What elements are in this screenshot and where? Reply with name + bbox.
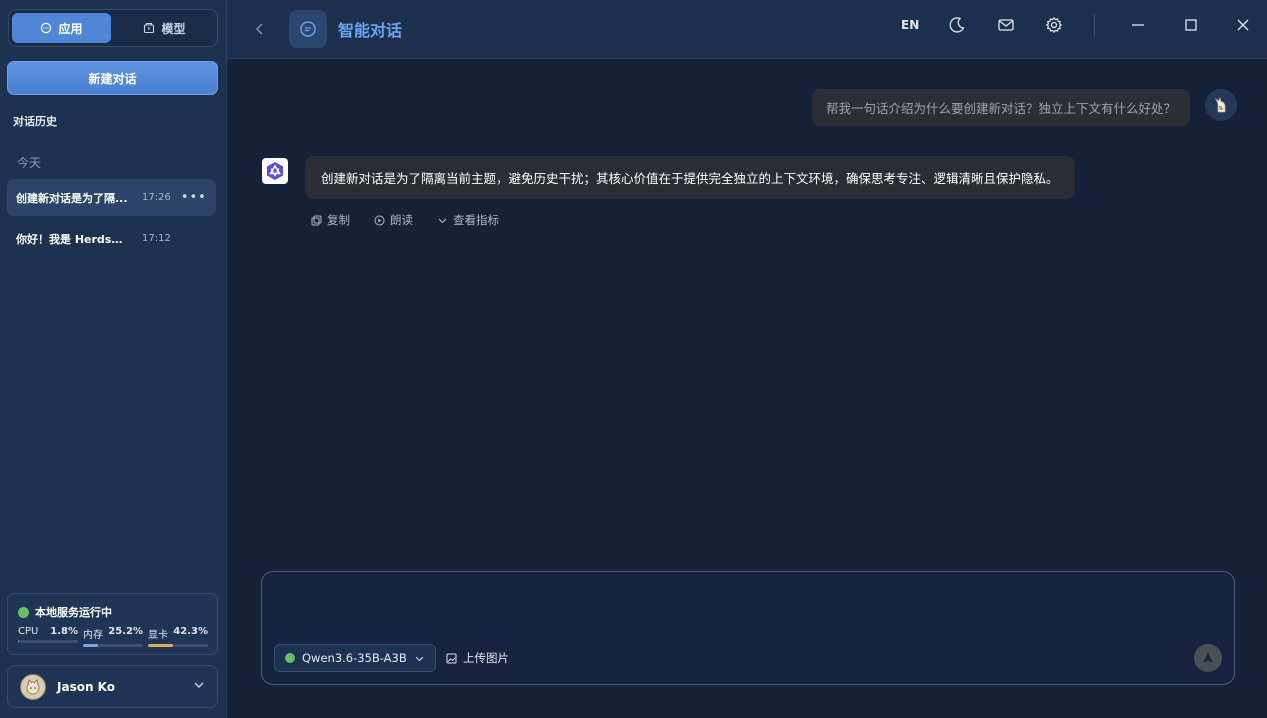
message-actions: 复制 朗读 查看指标 [311, 212, 499, 228]
status-dot-icon [18, 606, 29, 618]
mode-switch: 应用 模型 [8, 9, 218, 47]
history-group-today: 今天 [17, 156, 42, 170]
close-icon[interactable] [1235, 16, 1251, 34]
cube-icon [143, 22, 155, 34]
read-aloud-label: 朗读 [390, 213, 413, 227]
tab-apps-label: 应用 [58, 21, 83, 36]
copy-label: 复制 [327, 213, 350, 227]
chat-bubble-icon [289, 10, 327, 48]
model-selector[interactable]: Qwen3.6-35B-A3B [274, 644, 436, 672]
maximize-icon[interactable] [1183, 16, 1199, 34]
cat-avatar-icon [20, 673, 46, 700]
sidebar: 应用 模型 新建对话 对话历史 今天 创建新对话是为了隔... 17:26 ••… [0, 0, 227, 718]
user-name: Jason Ko [57, 679, 116, 694]
metric-label: CPU [18, 626, 39, 637]
chat-bubble-icon [40, 22, 52, 34]
tab-models-label: 模型 [161, 21, 186, 36]
metric-value: 25.2% [108, 626, 143, 637]
metric-bar-fill [83, 644, 99, 647]
chevron-down-icon[interactable] [193, 679, 205, 691]
assistant-message: 创建新对话是为了隔离当前主题，避免历史干扰；其核心价值在于提供完全独立的上下文环… [305, 156, 1075, 199]
tab-apps[interactable]: 应用 [12, 13, 111, 43]
history-item-time: 17:26 [142, 192, 171, 203]
metric-memory: 内存 25.2% [83, 626, 143, 647]
user-menu[interactable]: Jason Ko [7, 665, 218, 708]
history-item-active[interactable]: 创建新对话是为了隔... 17:26 ••• [7, 179, 216, 216]
moon-icon[interactable] [948, 16, 966, 34]
metric-gpu: 显卡 42.3% [148, 626, 208, 647]
mail-icon[interactable] [997, 16, 1015, 34]
read-aloud-button[interactable]: 朗读 [374, 212, 413, 228]
metric-label: 显卡 [148, 630, 168, 641]
tab-models[interactable]: 模型 [115, 13, 214, 43]
view-metrics-button[interactable]: 查看指标 [437, 212, 499, 228]
user-message: 帮我一句话介绍为什么要创建新对话？独立上下文有什么好处？ [811, 89, 1190, 126]
more-icon[interactable]: ••• [181, 190, 207, 205]
service-status-label: 本地服务运行中 [35, 606, 112, 619]
history-title: 对话历史 [13, 115, 57, 128]
toolbar-divider [1094, 14, 1095, 36]
history-item[interactable]: 你好！我是 Herdsm... 17:12 [7, 220, 216, 257]
chevron-down-icon [414, 653, 425, 664]
view-metrics-label: 查看指标 [453, 213, 499, 227]
llama-avatar-icon [1205, 89, 1237, 121]
copy-icon [311, 215, 322, 226]
language-toggle[interactable]: EN [901, 18, 919, 32]
minimize-icon[interactable] [1130, 16, 1146, 34]
top-bar: 智能对话 EN [227, 0, 1267, 59]
send-arrow-icon [1201, 651, 1215, 665]
copy-button[interactable]: 复制 [311, 212, 350, 228]
metric-cpu: CPU 1.8% [18, 626, 78, 643]
send-button[interactable] [1194, 644, 1222, 672]
chevron-left-icon[interactable] [253, 19, 267, 39]
upload-image-button[interactable]: 上传图片 [446, 650, 509, 666]
metric-label: 内存 [83, 630, 103, 641]
history-item-time: 17:12 [142, 233, 171, 244]
history-item-title: 创建新对话是为了隔... [16, 191, 128, 205]
metric-bar-fill [148, 644, 174, 647]
metric-bar [83, 644, 143, 647]
message-composer[interactable]: Qwen3.6-35B-A3B 上传图片 [261, 571, 1235, 685]
chat-area: 帮我一句话介绍为什么要创建新对话？独立上下文有什么好处？ 创建新对话是为了隔离当… [227, 59, 1267, 718]
metric-value: 1.8% [50, 626, 78, 637]
service-status-title: 本地服务运行中 [18, 604, 112, 620]
metric-bar [148, 644, 208, 647]
image-icon [446, 653, 457, 664]
page-title: 智能对话 [338, 21, 403, 40]
service-status-panel: 本地服务运行中 CPU 1.8% 内存 25.2% 显卡 42.3% [7, 593, 218, 655]
upload-image-label: 上传图片 [463, 651, 509, 665]
metric-bar-fill [18, 640, 20, 643]
new-chat-button[interactable]: 新建对话 [7, 61, 218, 95]
chevron-down-icon [437, 215, 448, 226]
model-name: Qwen3.6-35B-A3B [302, 651, 407, 665]
metric-bar [18, 640, 78, 643]
gear-icon[interactable] [1045, 16, 1063, 34]
model-status-dot-icon [285, 653, 295, 663]
metric-value: 42.3% [173, 626, 208, 637]
history-item-title: 你好！我是 Herdsm... [16, 232, 133, 246]
play-icon [374, 215, 385, 226]
qwen-logo-icon [262, 158, 288, 184]
